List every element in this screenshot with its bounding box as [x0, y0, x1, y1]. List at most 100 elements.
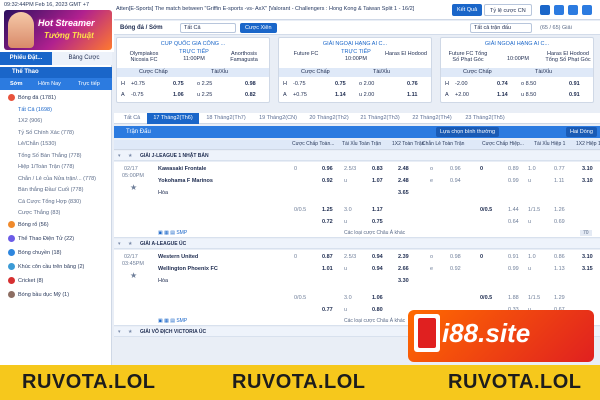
odds-cell[interactable]: 0.72 — [322, 219, 333, 225]
sidebar-item[interactable]: Bóng bầu dục Mỹ (1) — [0, 289, 112, 301]
odds-cell[interactable]: 2.39 — [398, 254, 409, 260]
league-header[interactable]: ▾ GIẢI A-LEAGUE ÚC ★ — [114, 239, 600, 249]
home-team[interactable]: Kawasaki Frontale — [158, 166, 206, 172]
card-odds-value[interactable]: 0.91 — [569, 79, 580, 90]
expand-icon[interactable]: ▾ — [118, 329, 121, 335]
card-odds-value[interactable]: 0.74 — [497, 79, 508, 90]
odds-cell[interactable]: 1.06 — [372, 295, 383, 301]
tab-bet-list[interactable]: Bảng Cược — [56, 52, 112, 65]
sidebar-item[interactable]: Tổng Số Bàn Thắng (778) — [0, 150, 112, 162]
league-header[interactable]: ▾ GIẢI J-LEAGUE 1 NHẬT BẢN ★ — [114, 151, 600, 161]
odds-cell[interactable]: 1.25 — [322, 207, 333, 213]
odds-cell[interactable]: 3.30 — [398, 278, 409, 284]
stats-icons[interactable]: ▣ ▦ ▤ SMP — [158, 318, 187, 324]
card-odds-value[interactable]: 0.91 — [569, 90, 580, 101]
home-team[interactable]: Western United — [158, 254, 198, 260]
sidebar-item[interactable]: Bóng rổ (56) — [0, 219, 112, 231]
match-filter-select[interactable]: Tất cả trận đấu — [470, 23, 532, 33]
sidebar-item[interactable]: Khúc côn cầu trên băng (2) — [0, 261, 112, 273]
sidebar-item[interactable]: Bóng chuyền (18) — [0, 247, 112, 259]
odds-cell[interactable]: 0 — [480, 254, 483, 260]
odds-cell[interactable]: 1.07 — [372, 178, 383, 184]
language-odds-select[interactable]: Tỷ lệ cược CN — [484, 4, 532, 16]
odds-cell[interactable]: 3.10 — [582, 166, 593, 172]
odds-cell[interactable]: 0.94 — [372, 254, 383, 260]
filter-select[interactable]: Tất Cả — [180, 23, 236, 33]
subtab-live[interactable]: Trực tiếp — [78, 78, 100, 90]
more-markets-count[interactable]: 70 — [580, 230, 592, 236]
stats-icons[interactable]: ▣ ▦ ▤ SMP — [158, 230, 187, 236]
odds-cell[interactable]: 3.65 — [398, 190, 409, 196]
odds-cell[interactable]: 3.10 — [582, 178, 593, 184]
sidebar-item[interactable]: Cricket (8) — [0, 275, 112, 287]
expand-icon[interactable]: ▾ — [118, 153, 121, 159]
sidebar-item[interactable]: Lẻ/Chẵn (1530) — [0, 138, 112, 150]
sidebar-item[interactable]: Chẵn / Lẻ của Nửa trận/... (778) — [0, 173, 112, 185]
refresh-icon[interactable] — [568, 5, 578, 15]
date-tab[interactable]: 23 Tháng2(Th5) — [459, 113, 511, 124]
odds-cell[interactable]: 0.80 — [372, 307, 383, 313]
sidebar-item[interactable]: Bàn thắng Đầu/ Cuối (778) — [0, 184, 112, 196]
odds-cell[interactable]: 2.48 — [398, 166, 409, 172]
date-tab[interactable]: 18 Tháng2(Th7) — [200, 113, 252, 124]
subtab-today[interactable]: Hôm Nay — [38, 78, 61, 90]
date-tab[interactable]: 19 Tháng2(CN) — [253, 113, 303, 124]
match-card[interactable]: GIẢI NGOẠI HẠNG AI C... Future FC Tổng Số… — [440, 37, 594, 103]
odds-cell[interactable]: 0.77 — [322, 307, 333, 313]
settings-icon[interactable] — [540, 5, 550, 15]
news-ticker[interactable]: Atten[E-Sports] The match between "Griff… — [116, 6, 414, 12]
odds-cell[interactable]: 0.75 — [372, 219, 383, 225]
sidebar-item[interactable]: Cá Cược Tổng Hợp (830) — [0, 196, 112, 208]
away-team[interactable]: Wellington Phoenix FC — [158, 266, 218, 272]
more-asian-bets-link[interactable]: Các loại cược Châu Á khác — [344, 230, 405, 236]
odds-cell[interactable]: 0/0.5 — [480, 295, 492, 301]
card-odds-value[interactable]: 1.14 — [335, 90, 346, 101]
favorite-league-icon[interactable]: ★ — [128, 153, 132, 159]
odds-cell[interactable]: 0.92 — [322, 178, 333, 184]
favorite-match-icon[interactable]: ★ — [130, 271, 137, 280]
parlay-button[interactable]: Cược Xiên — [240, 23, 277, 33]
card-odds-value[interactable]: 0.76 — [407, 79, 418, 90]
away-team[interactable]: Yokohama F Marinos — [158, 178, 213, 184]
promo-banner[interactable]: Hot Streamer Tướng Thuật — [4, 10, 112, 50]
odds-cell[interactable]: 3.10 — [582, 254, 593, 260]
sidebar-item[interactable]: Tất Cả (1698) — [0, 104, 112, 116]
odds-cell[interactable]: 0.94 — [372, 266, 383, 272]
result-button[interactable]: Kết Quả — [452, 4, 483, 16]
expand-icon[interactable]: ▾ — [118, 241, 121, 247]
sidebar-item[interactable]: 1X2 (906) — [0, 115, 112, 127]
odds-cell[interactable]: 1.17 — [372, 207, 383, 213]
sidebar-item[interactable]: Cược Thắng (83) — [0, 207, 112, 219]
odds-cell[interactable]: 1.01 — [322, 266, 333, 272]
more-asian-bets-link[interactable]: Các loại cược Châu Á khác — [344, 318, 405, 324]
card-odds-value[interactable]: 0.75 — [173, 79, 184, 90]
odds-cell[interactable]: 0.87 — [322, 254, 333, 260]
sidebar-item[interactable]: Hiệp 1/Toàn Trận (778) — [0, 161, 112, 173]
odds-cell[interactable]: 3.15 — [582, 266, 593, 272]
odds-cell[interactable]: 0/0.5 — [480, 207, 492, 213]
sidebar-sport-header[interactable]: Thể Thao — [0, 67, 112, 78]
tab-bet-slip[interactable]: Phiếu Đặt... — [0, 52, 52, 65]
odds-cell[interactable]: 0 — [480, 166, 483, 172]
menu-icon[interactable] — [582, 5, 592, 15]
card-odds-value[interactable]: 1.06 — [173, 90, 184, 101]
subtab-early[interactable]: Sớm — [10, 78, 22, 90]
card-odds-value[interactable]: 1.14 — [497, 90, 508, 101]
sidebar-item[interactable]: Tỷ Số Chính Xác (778) — [0, 127, 112, 139]
view-select[interactable]: Hai Dòng — [566, 127, 597, 137]
date-tab[interactable]: Tất Cả — [118, 113, 146, 124]
card-odds-value[interactable]: 1.11 — [407, 90, 417, 101]
favorite-match-icon[interactable]: ★ — [130, 183, 137, 192]
date-tab[interactable]: 17 Tháng2(Th6) — [147, 113, 199, 124]
favorite-league-icon[interactable]: ★ — [128, 329, 132, 335]
card-odds-value[interactable]: 0.82 — [245, 90, 256, 101]
card-odds-value[interactable]: 0.98 — [245, 79, 256, 90]
odds-cell[interactable]: 0.96 — [322, 166, 333, 172]
match-card[interactable]: GIẢI NGOẠI HẠNG AI C... Future FC TRỰC TIẾ… — [278, 37, 432, 103]
match-card[interactable]: CUP QUỐC GIA CÔNG ... Olympiakos Nicosia … — [116, 37, 270, 103]
odds-cell[interactable]: 2.48 — [398, 178, 409, 184]
sort-select[interactable]: Lựa chọn bình thường — [436, 127, 500, 137]
date-tab[interactable]: 22 Tháng2(Th4) — [406, 113, 458, 124]
fullscreen-icon[interactable] — [554, 5, 564, 15]
sidebar-item[interactable]: Bóng đá (1781) — [0, 92, 112, 104]
